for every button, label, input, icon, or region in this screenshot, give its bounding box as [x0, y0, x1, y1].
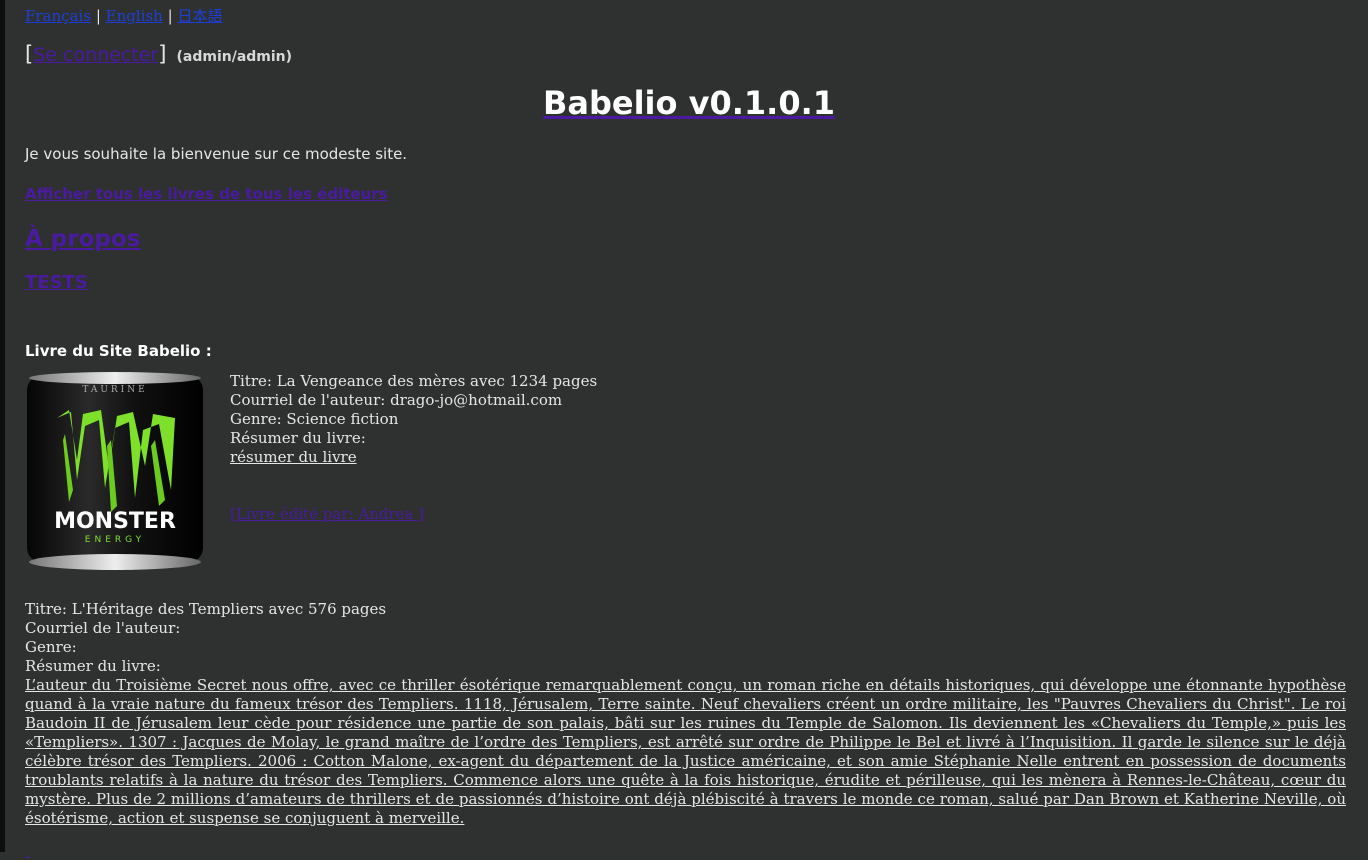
- page-title-container: Babelio v0.1.0.1: [5, 84, 1368, 122]
- lang-link-english[interactable]: English: [106, 7, 163, 25]
- book-title: Titre: L'Héritage des Templiers avec 576…: [25, 600, 387, 618]
- page-title[interactable]: Babelio v0.1.0.1: [543, 84, 835, 122]
- book-summary-link[interactable]: résumer du livre: [230, 448, 357, 466]
- book-summary-label: Résumer du livre:: [230, 429, 366, 447]
- book-genre: Genre:: [25, 638, 77, 656]
- book-genre: Genre: Science fiction: [230, 410, 399, 428]
- lang-link-francais[interactable]: Français: [25, 7, 91, 25]
- lang-separator: |: [95, 7, 101, 25]
- book-title: Titre: La Vengeance des mères avec 1234 …: [230, 372, 598, 390]
- bracket-open: [: [25, 42, 34, 66]
- lang-separator: |: [167, 7, 173, 25]
- cover-brand-text: MONSTER: [54, 509, 176, 534]
- book-editor-link-partial[interactable]: [25, 842, 30, 860]
- book-summary-label: Résumer du livre:: [25, 657, 161, 675]
- about-link[interactable]: À propos: [25, 226, 140, 252]
- tests-link[interactable]: TESTS: [25, 272, 88, 293]
- language-switcher: Français | English | 日本語: [25, 5, 222, 26]
- login-link[interactable]: Se connecter: [33, 44, 158, 66]
- bracket-close: ]: [158, 42, 167, 66]
- section-heading: Livre du Site Babelio :: [25, 342, 212, 360]
- cover-sub-text: ENERGY: [85, 535, 145, 545]
- lang-link-japanese[interactable]: 日本語: [177, 7, 222, 25]
- welcome-text: Je vous souhaite la bienvenue sur ce mod…: [25, 145, 408, 163]
- book-entry-1: Titre: La Vengeance des mères avec 1234 …: [230, 372, 597, 524]
- book-cover-image: TAURINE MONSTER ENERGY: [27, 372, 203, 570]
- all-books-link[interactable]: Afficher tous les livres de tous les édi…: [25, 185, 388, 203]
- book-editor-link[interactable]: [Livre édité par: Andrea ]: [230, 505, 597, 524]
- book-author-email: Courriel de l'auteur: drago-jo@hotmail.c…: [230, 391, 563, 409]
- login-credentials-hint: (admin/admin): [176, 49, 293, 65]
- svg-text:TAURINE: TAURINE: [82, 385, 147, 395]
- book-author-email: Courriel de l'auteur:: [25, 619, 181, 637]
- book-entry-2: Titre: L'Héritage des Templiers avec 576…: [25, 600, 1346, 828]
- login-area: [Se connecter] (admin/admin): [25, 42, 292, 66]
- book-summary-text[interactable]: L’auteur du Troisième Secret nous offre,…: [25, 676, 1346, 828]
